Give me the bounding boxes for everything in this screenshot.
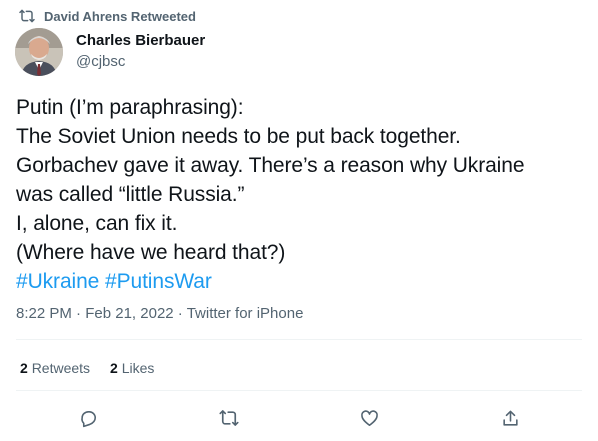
meta-separator: ·: [177, 305, 183, 322]
share-icon: [502, 410, 518, 426]
retweet-icon: [219, 410, 239, 426]
retweets-stat[interactable]: 2 Retweets: [20, 359, 90, 377]
meta-separator: ·: [76, 305, 82, 322]
retweets-label: Retweets: [31, 360, 91, 376]
hashtag-link[interactable]: #PutinsWar: [105, 270, 212, 293]
tweet-time[interactable]: 8:22 PM: [16, 305, 72, 322]
likes-label: Likes: [121, 360, 155, 376]
author-name[interactable]: Charles Bierbauer: [76, 32, 205, 50]
author-block[interactable]: Charles Bierbauer @cjbsc: [76, 32, 205, 71]
tweet-text: Putin (I’m paraphrasing): The Soviet Uni…: [16, 93, 586, 296]
avatar[interactable]: [15, 28, 63, 76]
tweet-line: I, alone, can fix it.: [16, 212, 178, 235]
tweet-line: The Soviet Union needs to be put back to…: [16, 125, 461, 148]
retweet-banner-label: David Ahrens Retweeted: [44, 8, 196, 24]
hashtag-line: #Ukraine #PutinsWar: [16, 267, 586, 296]
tweet-line: Gorbachev gave it away. There’s a reason…: [16, 154, 525, 177]
likes-stat[interactable]: 2 Likes: [110, 359, 154, 377]
user-avatar-image: [15, 28, 63, 76]
reply-button[interactable]: [75, 405, 101, 431]
tweet-meta: 8:22 PM · Feb 21, 2022 · Twitter for iPh…: [16, 305, 303, 323]
action-bar: [0, 405, 598, 431]
like-button[interactable]: [356, 405, 382, 431]
tweet-line: was called “little Russia.”: [16, 183, 245, 206]
retweet-icon: [19, 8, 35, 24]
retweet-button[interactable]: [216, 405, 242, 431]
retweets-count: 2: [20, 360, 28, 376]
retweet-banner[interactable]: David Ahrens Retweeted: [19, 8, 196, 24]
share-button[interactable]: [497, 405, 523, 431]
divider: [16, 390, 582, 391]
reply-icon: [80, 410, 96, 427]
divider: [16, 339, 582, 340]
hashtag-link[interactable]: #Ukraine: [16, 270, 99, 293]
tweet-stats: 2 Retweets 2 Likes: [20, 359, 154, 377]
tweet-line: Putin (I’m paraphrasing):: [16, 96, 244, 119]
tweet-date[interactable]: Feb 21, 2022: [85, 305, 173, 322]
likes-count: 2: [110, 360, 118, 376]
tweet-line: (Where have we heard that?): [16, 241, 286, 264]
tweet-source[interactable]: Twitter for iPhone: [187, 305, 304, 322]
author-handle[interactable]: @cjbsc: [76, 53, 205, 71]
heart-icon: [360, 409, 378, 426]
